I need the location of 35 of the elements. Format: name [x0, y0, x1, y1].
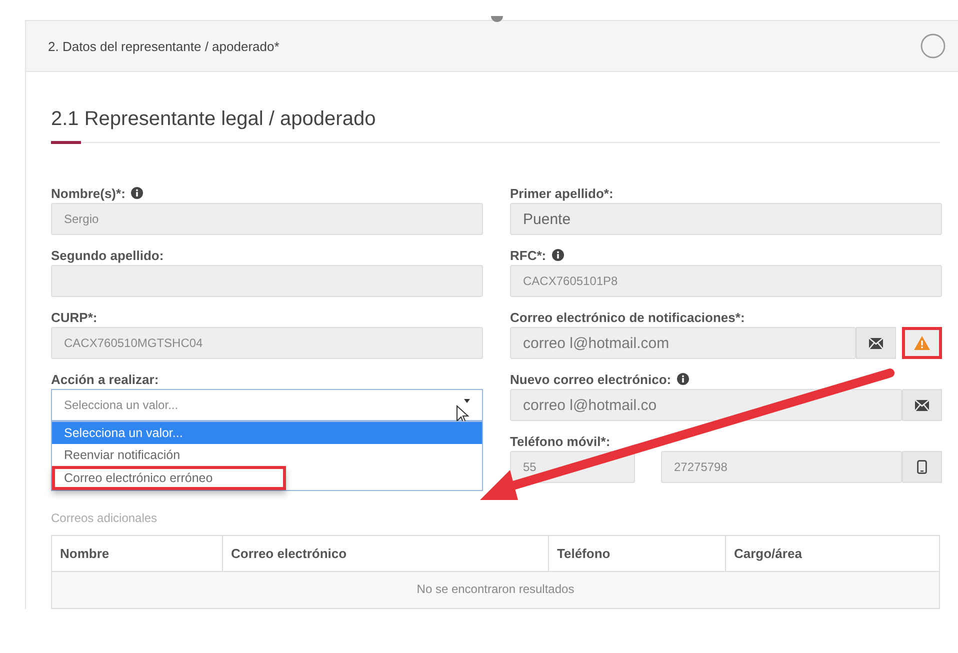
field-label: Segundo apellido: [51, 248, 164, 262]
field-label: Primer apellido*: [510, 186, 614, 200]
text-field[interactable] [51, 265, 483, 297]
text-field[interactable]: Puente [510, 203, 942, 235]
additional-emails-label: Correos adicionales [51, 511, 158, 525]
text-field[interactable]: Sergio [51, 203, 483, 235]
mail-button[interactable] [856, 327, 896, 359]
dropdown-option[interactable]: Correo electrónico erróneo [52, 466, 286, 490]
dropdown-option[interactable]: Selecciona un valor... [52, 422, 482, 444]
mail-button[interactable] [902, 389, 942, 421]
mail-icon [869, 338, 883, 348]
section-title: 2. Datos del representante / apoderado* [48, 38, 280, 54]
phone-button[interactable] [902, 451, 942, 483]
mail-icon [915, 400, 929, 410]
email-field[interactable]: correo l@hotmail.com [510, 327, 856, 359]
action-select[interactable]: Selecciona un valor... [51, 389, 483, 421]
warning-icon [914, 336, 930, 350]
mobile-phone-icon [917, 460, 927, 474]
subsection-title: 2.1 Representante legal / apoderado [51, 108, 377, 131]
field-label: Correo electrónico de notificaciones*: [510, 310, 745, 324]
phone-field[interactable]: 27275798 [661, 451, 902, 483]
text-field[interactable]: CACX760510MGTSHC04 [51, 327, 483, 359]
field-label: Nuevo correo electrónico: [510, 372, 672, 386]
field-label: RFC*: [510, 248, 546, 262]
caret-icon [464, 399, 470, 403]
email-field[interactable]: correo l@hotmail.co [510, 389, 902, 421]
warning-button[interactable] [902, 327, 942, 359]
dropdown-option[interactable]: Reenviar notificación [52, 444, 482, 466]
field-label: Acción a realizar: [51, 372, 159, 386]
text-field[interactable]: CACX7605101P8 [510, 265, 942, 297]
section-header[interactable]: 2. Datos del representante / apoderado* [26, 21, 958, 72]
field-label: CURP*: [51, 310, 98, 324]
field-label: Nombre(s)*: [51, 186, 126, 200]
field-label: Teléfono móvil*: [510, 434, 610, 448]
empty-message: No se encontraron resultados [52, 572, 939, 608]
